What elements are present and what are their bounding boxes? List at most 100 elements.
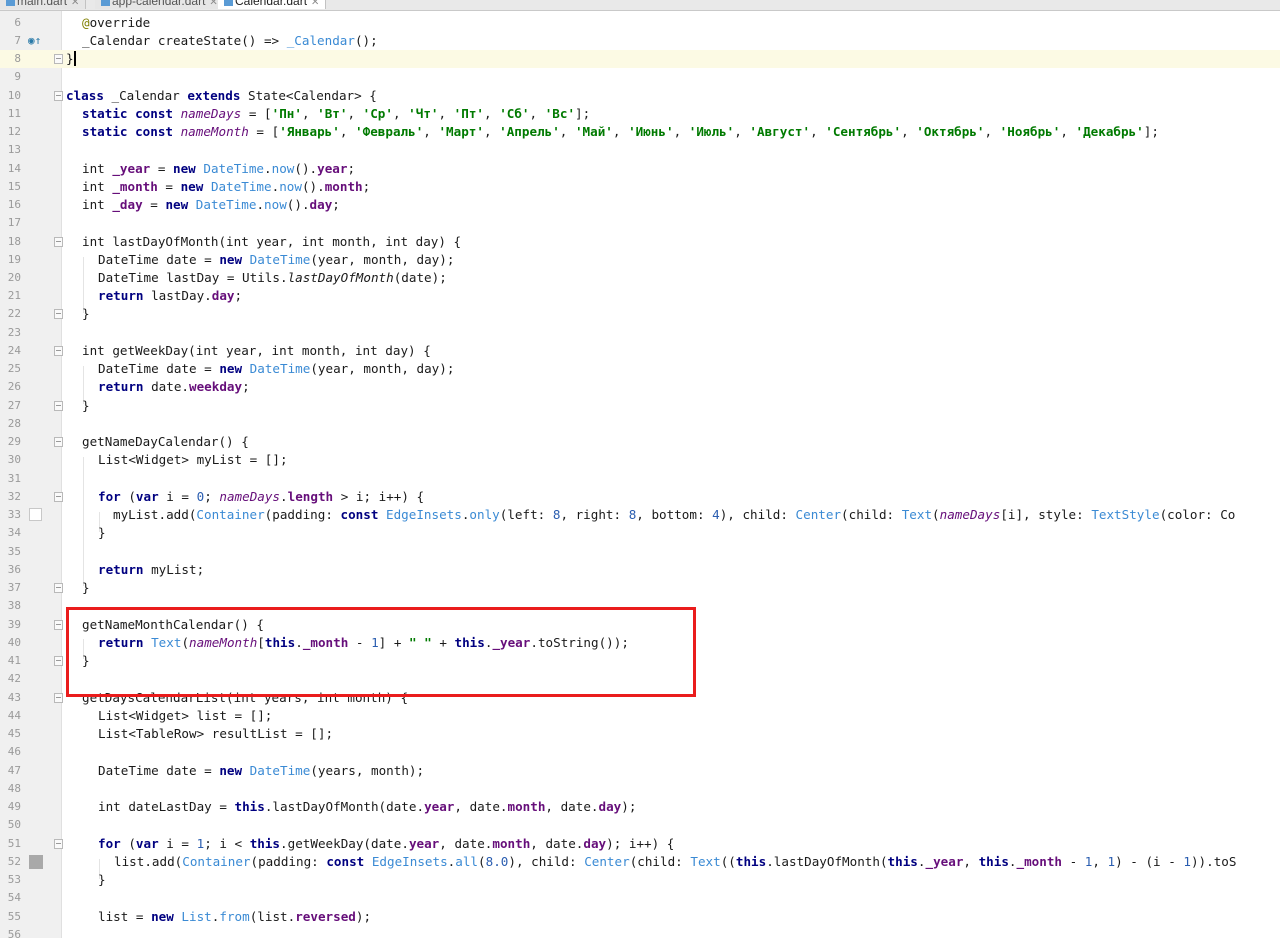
code-line: 36 return myList;	[7, 562, 205, 577]
code-line: 23	[7, 326, 21, 339]
dart-file-icon	[224, 0, 233, 6]
code-text: int _day = new DateTime.now().day;	[82, 197, 340, 212]
code-text: }	[82, 653, 90, 668]
code-text: }	[66, 51, 76, 66]
code-line: 45 List<TableRow> resultList = [];	[7, 726, 334, 741]
code-line: 48	[7, 782, 21, 795]
code-text: }	[82, 398, 90, 413]
override-method-icon[interactable]: ◉↑	[28, 35, 41, 47]
code-text: int getWeekDay(int year, int month, int …	[82, 343, 431, 358]
code-text: list.add(Container(padding: const EdgeIn…	[114, 854, 1237, 869]
code-line: 41 }	[7, 653, 90, 668]
close-icon[interactable]: ✕	[71, 0, 79, 8]
code-line: 26 return date.weekday;	[7, 379, 250, 394]
code-line: 17	[7, 216, 21, 229]
fold-marker-icon[interactable]	[54, 91, 63, 101]
code-text: getNameMonthCalendar() {	[82, 617, 264, 632]
code-line: 14 int _year = new DateTime.now().year;	[7, 161, 356, 176]
code-line: 56	[7, 928, 21, 941]
code-line: 52 list.add(Container(padding: const Edg…	[7, 854, 1237, 869]
code-text: int _year = new DateTime.now().year;	[82, 161, 356, 176]
code-line: 19 DateTime date = new DateTime(year, mo…	[7, 252, 455, 267]
code-line: 29 getNameDayCalendar() {	[7, 434, 249, 449]
code-line: 13	[7, 143, 21, 156]
code-text: class _Calendar extends State<Calendar> …	[66, 88, 377, 103]
code-text: getNameDayCalendar() {	[82, 434, 249, 449]
code-line: 49 int dateLastDay = this.lastDayOfMonth…	[7, 799, 637, 814]
dart-file-icon	[101, 0, 110, 6]
code-text: for (var i = 1; i < this.getWeekDay(date…	[98, 836, 675, 851]
code-line: 37 }	[7, 580, 90, 595]
breakpoint-slot[interactable]	[29, 508, 42, 521]
code-line: 6 @override	[14, 15, 151, 30]
code-text: list = new List.from(list.reversed);	[98, 909, 372, 924]
code-line: 28	[7, 417, 21, 430]
code-line: 35	[7, 545, 21, 558]
code-line: 32 for (var i = 0; nameDays.length > i; …	[7, 489, 425, 504]
code-line: 53 }	[7, 872, 106, 887]
code-text: return Text(nameMonth[this._month - 1] +…	[98, 635, 629, 650]
code-line: 21 return lastDay.day;	[7, 288, 243, 303]
code-line: 25 DateTime date = new DateTime(year, mo…	[7, 361, 455, 376]
code-line: 33 myList.add(Container(padding: const E…	[7, 507, 1236, 522]
dart-file-icon	[6, 0, 15, 6]
code-line: 7 ◉↑ _Calendar createState() => _Calenda…	[14, 33, 378, 48]
code-text: myList.add(Container(padding: const Edge…	[113, 507, 1236, 522]
code-line: 10 class _Calendar extends State<Calenda…	[7, 88, 377, 103]
code-line: 9	[14, 70, 21, 83]
code-line: 34 }	[7, 525, 106, 540]
fold-marker-icon[interactable]	[54, 437, 63, 447]
fold-marker-icon[interactable]	[54, 492, 63, 502]
code-text: int dateLastDay = this.lastDayOfMonth(da…	[98, 799, 637, 814]
tab-main-dart[interactable]: main.dart ✕	[0, 0, 87, 9]
close-icon[interactable]: ✕	[209, 0, 217, 8]
code-line: 46	[7, 745, 21, 758]
code-line: 42	[7, 672, 21, 685]
code-text: }	[82, 580, 90, 595]
code-line: 47 DateTime date = new DateTime(years, m…	[7, 763, 425, 778]
code-text: DateTime date = new DateTime(year, month…	[98, 361, 455, 376]
code-line: 18 int lastDayOfMonth(int year, int mont…	[7, 234, 462, 249]
code-line: 15 int _month = new DateTime.now().month…	[7, 179, 371, 194]
fold-marker-icon[interactable]	[54, 620, 63, 630]
code-line: 11 static const nameDays = ['Пн', 'Вт', …	[7, 106, 591, 121]
code-text: DateTime date = new DateTime(year, month…	[98, 252, 455, 267]
code-text: static const nameMonth = ['Январь', 'Фев…	[82, 124, 1159, 139]
code-line: 12 static const nameMonth = ['Январь', '…	[7, 124, 1159, 139]
fold-marker-icon[interactable]	[54, 346, 63, 356]
code-text: @override	[82, 15, 151, 30]
code-text: List<TableRow> resultList = [];	[98, 726, 334, 741]
fold-marker-icon[interactable]	[54, 309, 63, 319]
code-text: getDaysCalendarList(int years, int month…	[82, 690, 409, 705]
code-editor[interactable]: 6 @override 7 ◉↑ _Calendar createState()…	[0, 11, 1280, 941]
code-line: 20 DateTime lastDay = Utils.lastDayOfMon…	[7, 270, 447, 285]
tab-calendar-dart[interactable]: Calendar.dart ✕	[218, 0, 327, 9]
code-line: 44 List<Widget> list = [];	[7, 708, 273, 723]
tab-label: app-calendar.dart	[112, 0, 206, 8]
code-text: static const nameDays = ['Пн', 'Вт', 'Ср…	[82, 106, 591, 121]
code-text: return myList;	[98, 562, 205, 577]
breakpoint-marker[interactable]	[29, 855, 43, 869]
fold-marker-icon[interactable]	[54, 839, 63, 849]
fold-marker-icon[interactable]	[54, 693, 63, 703]
code-text: }	[98, 525, 106, 540]
fold-marker-icon[interactable]	[54, 401, 63, 411]
code-text: int lastDayOfMonth(int year, int month, …	[82, 234, 462, 249]
code-line: 38	[7, 599, 21, 612]
fold-marker-icon[interactable]	[54, 656, 63, 666]
fold-marker-icon[interactable]	[54, 583, 63, 593]
text-cursor	[73, 51, 76, 66]
tab-label: Calendar.dart	[235, 0, 308, 8]
fold-marker-icon[interactable]	[54, 237, 63, 247]
tab-app-calendar-dart[interactable]: app-calendar.dart ✕	[95, 0, 225, 9]
code-text: for (var i = 0; nameDays.length > i; i++…	[98, 489, 425, 504]
code-line: 31	[7, 472, 21, 485]
close-icon[interactable]: ✕	[311, 0, 319, 8]
code-text: List<Widget> list = [];	[98, 708, 273, 723]
code-line: 22 }	[7, 306, 90, 321]
fold-marker-icon[interactable]	[54, 54, 63, 64]
code-line: 43 getDaysCalendarList(int years, int mo…	[7, 690, 409, 705]
tab-label: main.dart	[17, 0, 68, 8]
current-line: 8 }	[0, 50, 1280, 69]
code-line: 24 int getWeekDay(int year, int month, i…	[7, 343, 431, 358]
